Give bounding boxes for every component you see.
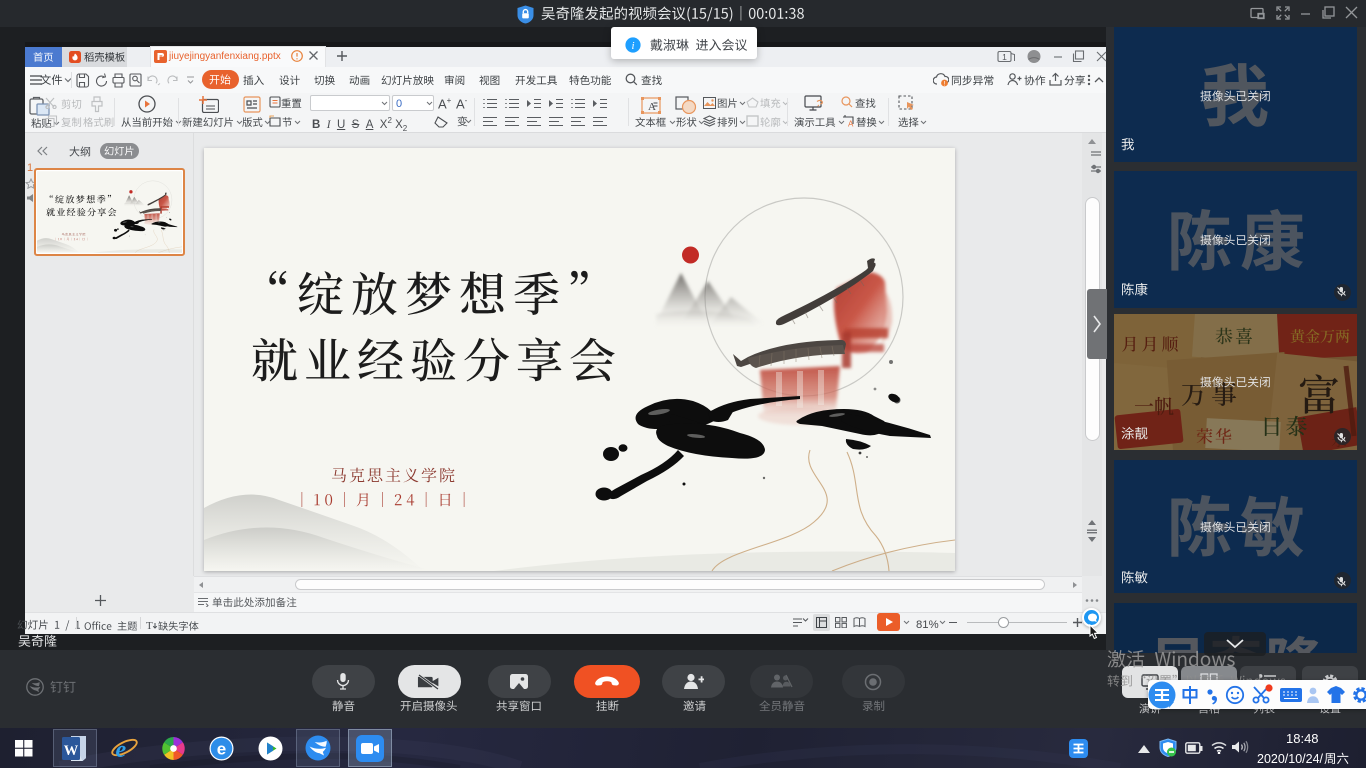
svg-text:W: W [64, 743, 79, 759]
svg-text:1: 1 [1002, 52, 1007, 62]
svg-text:i: i [631, 40, 634, 52]
svg-text:A: A [848, 120, 854, 128]
svg-text:e: e [217, 740, 226, 759]
svg-text:e: e [116, 737, 127, 763]
svg-text:!: ! [944, 80, 946, 87]
svg-text:T: T [146, 620, 153, 631]
